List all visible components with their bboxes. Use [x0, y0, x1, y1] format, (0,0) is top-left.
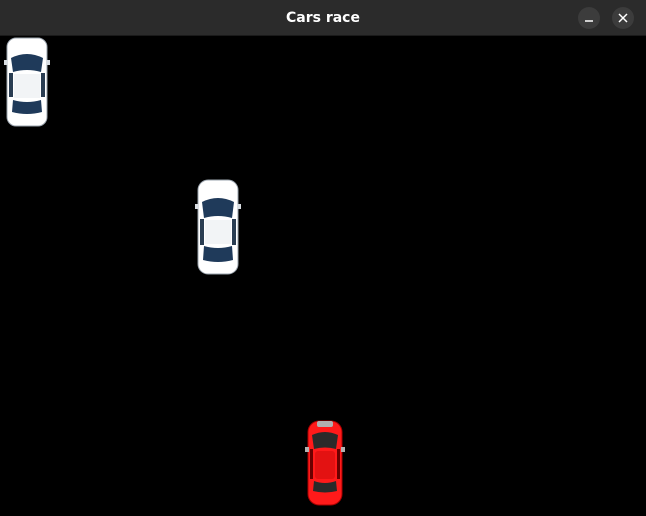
race-track[interactable] — [0, 36, 646, 516]
window-title: Cars race — [286, 10, 360, 26]
minimize-button[interactable] — [578, 7, 600, 29]
close-icon — [618, 13, 628, 23]
opponent-car — [4, 36, 50, 128]
minimize-icon — [585, 20, 593, 22]
player-car[interactable] — [305, 419, 345, 507]
title-bar: Cars race — [0, 0, 646, 36]
game-window: Cars race — [0, 0, 646, 516]
close-button[interactable] — [612, 7, 634, 29]
opponent-car — [195, 178, 241, 276]
